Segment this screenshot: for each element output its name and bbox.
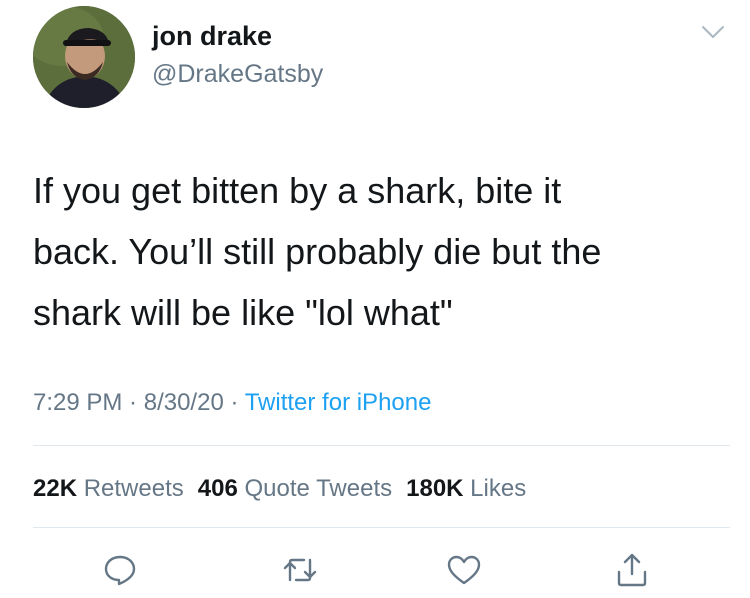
tweet-text-line: back. You’ll still probably die but the bbox=[33, 231, 602, 272]
likes-count: 180K bbox=[406, 475, 464, 502]
retweets-label: Retweets bbox=[83, 475, 184, 502]
reply-button[interactable] bbox=[102, 552, 138, 588]
retweets-count: 22K bbox=[33, 475, 78, 502]
like-button[interactable] bbox=[446, 552, 482, 588]
reply-icon bbox=[104, 555, 136, 586]
retweet-icon bbox=[283, 558, 317, 582]
quote-tweets-stat[interactable]: 406 Quote Tweets bbox=[198, 475, 392, 502]
tweet-source-link[interactable]: Twitter for iPhone bbox=[245, 389, 432, 416]
tweet-stats: 22K Retweets 406 Quote Tweets 180K Likes bbox=[33, 474, 540, 504]
tweet-metadata: 7:29 PM · 8/30/20 · Twitter for iPhone bbox=[33, 388, 431, 418]
divider bbox=[33, 527, 730, 528]
quote-tweets-label: Quote Tweets bbox=[244, 475, 393, 502]
heart-icon bbox=[447, 555, 481, 585]
tweet-time[interactable]: 7:29 PM bbox=[33, 389, 122, 416]
retweets-stat[interactable]: 22K Retweets bbox=[33, 475, 184, 502]
user-handle[interactable]: @DrakeGatsby bbox=[152, 59, 323, 89]
likes-label: Likes bbox=[470, 475, 527, 502]
meta-separator: · bbox=[122, 389, 144, 416]
tweet-actions bbox=[0, 552, 750, 592]
retweet-button[interactable] bbox=[282, 552, 318, 588]
display-name[interactable]: jon drake bbox=[152, 20, 272, 52]
tweet-date[interactable]: 8/30/20 bbox=[144, 389, 224, 416]
meta-separator: · bbox=[223, 389, 245, 416]
quote-tweets-count: 406 bbox=[197, 475, 238, 502]
tweet-text-line: If you get bitten by a shark, bite it bbox=[33, 170, 562, 211]
avatar[interactable] bbox=[33, 6, 135, 108]
likes-stat[interactable]: 180K Likes bbox=[406, 475, 526, 502]
avatar-image bbox=[33, 6, 135, 108]
tweet-card: jon drake @DrakeGatsby If you get bitten… bbox=[0, 0, 750, 598]
tweet-text: If you get bitten by a shark, bite it ba… bbox=[33, 160, 733, 343]
tweet-text-line: shark will be like "lol what" bbox=[33, 292, 453, 333]
share-icon bbox=[617, 553, 647, 587]
divider bbox=[33, 445, 730, 446]
share-button[interactable] bbox=[614, 552, 650, 588]
chevron-down-icon[interactable] bbox=[700, 22, 726, 42]
